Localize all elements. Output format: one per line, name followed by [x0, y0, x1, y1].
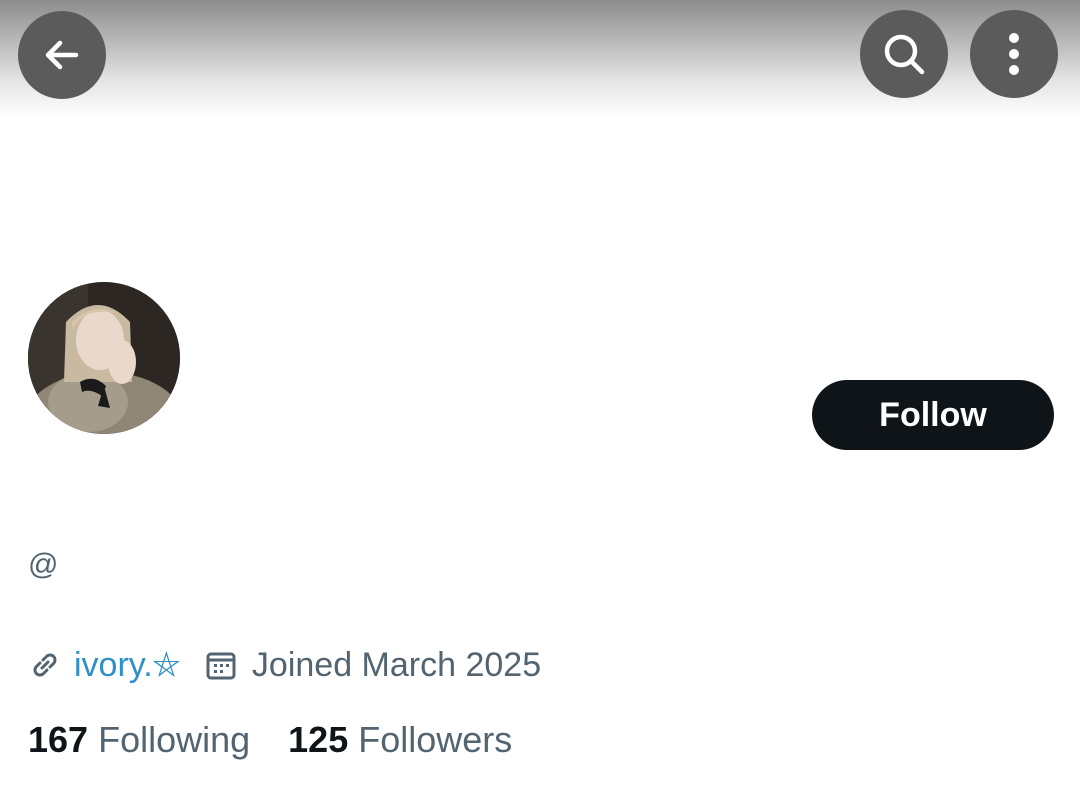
calendar-icon: [204, 648, 238, 682]
followers-count: 125: [288, 719, 349, 760]
avatar[interactable]: [28, 282, 180, 434]
website-link[interactable]: ivory.⛤: [74, 646, 180, 685]
search-button[interactable]: [860, 10, 948, 98]
following-stat[interactable]: 167 Following: [28, 719, 250, 761]
joined-date: Joined March 2025: [204, 646, 541, 685]
followers-label: Followers: [358, 719, 513, 760]
joined-label: Joined March 2025: [251, 645, 542, 684]
followers-stat[interactable]: 125 Followers: [288, 719, 512, 761]
follow-button[interactable]: Follow: [812, 380, 1054, 450]
more-vertical-icon: [1008, 32, 1020, 76]
follow-stats: 167 Following 125 Followers: [28, 716, 512, 764]
search-icon: [880, 30, 928, 78]
back-button[interactable]: [18, 11, 106, 99]
following-count: 167: [28, 719, 89, 760]
link-icon: [28, 648, 62, 682]
handle: @: [28, 548, 59, 581]
following-label: Following: [98, 719, 251, 760]
more-options-button[interactable]: [970, 10, 1058, 98]
profile-meta: ivory.⛤ Joined March 2025: [28, 642, 541, 688]
arrow-left-icon: [40, 33, 84, 77]
